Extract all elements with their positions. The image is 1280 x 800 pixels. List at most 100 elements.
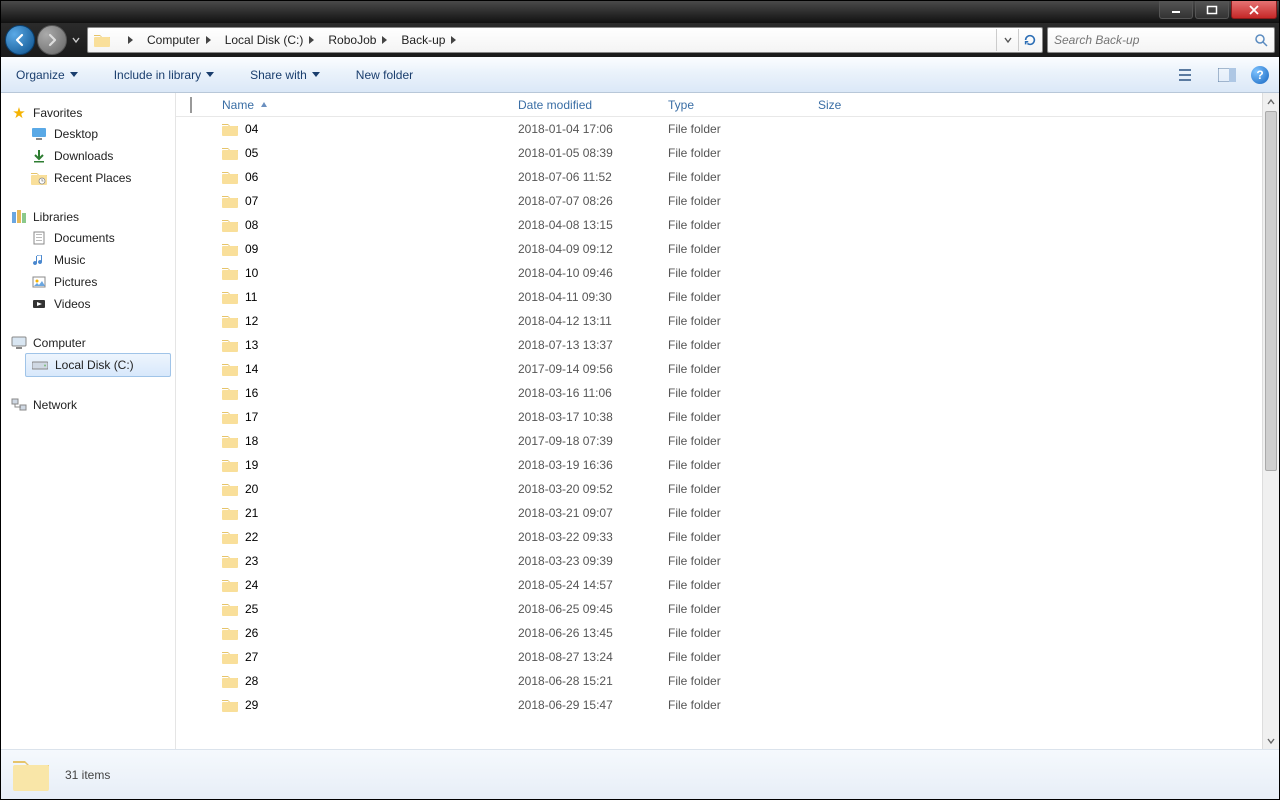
status-bar: 31 items xyxy=(1,749,1279,799)
file-date-cell: 2018-04-12 13:11 xyxy=(510,314,660,328)
file-name-label: 23 xyxy=(245,554,258,568)
nav-downloads[interactable]: Downloads xyxy=(5,145,175,167)
scroll-up-arrow[interactable] xyxy=(1263,93,1279,110)
file-row[interactable]: 092018-04-09 09:12File folder xyxy=(176,237,1262,261)
file-date-cell: 2018-05-24 14:57 xyxy=(510,578,660,592)
file-row[interactable]: 192018-03-19 16:36File folder xyxy=(176,453,1262,477)
nav-local-disk-c[interactable]: Local Disk (C:) xyxy=(25,353,171,377)
view-options-button[interactable] xyxy=(1175,63,1203,87)
file-row[interactable]: 142017-09-14 09:56File folder xyxy=(176,357,1262,381)
file-row[interactable]: 242018-05-24 14:57File folder xyxy=(176,573,1262,597)
breadcrumb-item[interactable]: Local Disk (C:) xyxy=(217,28,321,52)
file-row[interactable]: 132018-07-13 13:37File folder xyxy=(176,333,1262,357)
folder-icon xyxy=(222,193,238,209)
file-date-cell: 2018-03-22 09:33 xyxy=(510,530,660,544)
file-type-cell: File folder xyxy=(660,290,810,304)
vertical-scrollbar[interactable] xyxy=(1262,93,1279,749)
file-row[interactable]: 202018-03-20 09:52File folder xyxy=(176,477,1262,501)
file-rows: 042018-01-04 17:06File folder052018-01-0… xyxy=(176,117,1262,749)
nav-music[interactable]: Music xyxy=(5,249,175,271)
file-row[interactable]: 292018-06-29 15:47File folder xyxy=(176,693,1262,717)
close-button[interactable] xyxy=(1231,1,1277,19)
file-row[interactable]: 162018-03-16 11:06File folder xyxy=(176,381,1262,405)
folder-icon xyxy=(222,649,238,665)
breadcrumb-root-arrow[interactable] xyxy=(114,28,139,52)
include-in-library-menu[interactable]: Include in library xyxy=(109,65,219,85)
star-icon: ★ xyxy=(11,105,27,121)
file-row[interactable]: 252018-06-25 09:45File folder xyxy=(176,597,1262,621)
scroll-down-arrow[interactable] xyxy=(1263,732,1279,749)
maximize-button[interactable] xyxy=(1195,1,1229,19)
file-name-label: 22 xyxy=(245,530,258,544)
recent-places-icon xyxy=(31,170,47,186)
previous-locations-button[interactable] xyxy=(996,29,1018,51)
column-checkbox[interactable] xyxy=(190,98,214,112)
breadcrumb-item[interactable]: Back-up xyxy=(393,28,462,52)
nav-videos[interactable]: Videos xyxy=(5,293,175,315)
nav-documents[interactable]: Documents xyxy=(5,227,175,249)
file-type-cell: File folder xyxy=(660,146,810,160)
nav-computer-header[interactable]: Computer xyxy=(5,333,175,353)
help-button[interactable]: ? xyxy=(1251,66,1269,84)
file-name-label: 26 xyxy=(245,626,258,640)
nav-favorites-header[interactable]: ★ Favorites xyxy=(5,103,175,123)
column-type[interactable]: Type xyxy=(660,98,810,112)
titlebar xyxy=(1,1,1279,23)
file-name-cell: 11 xyxy=(214,289,510,305)
file-row[interactable]: 052018-01-05 08:39File folder xyxy=(176,141,1262,165)
file-type-cell: File folder xyxy=(660,338,810,352)
file-row[interactable]: 122018-04-12 13:11File folder xyxy=(176,309,1262,333)
file-row[interactable]: 062018-07-06 11:52File folder xyxy=(176,165,1262,189)
scroll-thumb[interactable] xyxy=(1265,111,1277,471)
nav-libraries-header[interactable]: Libraries xyxy=(5,207,175,227)
file-name-label: 13 xyxy=(245,338,258,352)
breadcrumb-item[interactable]: Computer xyxy=(139,28,217,52)
file-row[interactable]: 072018-07-07 08:26File folder xyxy=(176,189,1262,213)
file-row[interactable]: 232018-03-23 09:39File folder xyxy=(176,549,1262,573)
refresh-button[interactable] xyxy=(1018,29,1040,51)
file-row[interactable]: 262018-06-26 13:45File folder xyxy=(176,621,1262,645)
nav-row: Computer Local Disk (C:) RoboJob Back-up xyxy=(1,23,1279,57)
file-row[interactable]: 172018-03-17 10:38File folder xyxy=(176,405,1262,429)
file-type-cell: File folder xyxy=(660,530,810,544)
nav-network-header[interactable]: Network xyxy=(5,395,175,415)
file-row[interactable]: 082018-04-08 13:15File folder xyxy=(176,213,1262,237)
column-name[interactable]: Name xyxy=(214,98,510,112)
search-box[interactable] xyxy=(1047,27,1275,53)
search-input[interactable] xyxy=(1054,33,1254,47)
breadcrumb-item[interactable]: RoboJob xyxy=(320,28,393,52)
file-row[interactable]: 042018-01-04 17:06File folder xyxy=(176,117,1262,141)
file-row[interactable]: 212018-03-21 09:07File folder xyxy=(176,501,1262,525)
folder-icon xyxy=(222,289,238,305)
history-dropdown[interactable] xyxy=(69,25,83,55)
folder-icon xyxy=(222,697,238,713)
folder-icon xyxy=(11,755,51,795)
share-with-menu[interactable]: Share with xyxy=(245,65,325,85)
file-date-cell: 2018-04-09 09:12 xyxy=(510,242,660,256)
column-size[interactable]: Size xyxy=(810,98,930,112)
file-name-cell: 18 xyxy=(214,433,510,449)
column-date-modified[interactable]: Date modified xyxy=(510,98,660,112)
organize-menu[interactable]: Organize xyxy=(11,65,83,85)
address-bar[interactable]: Computer Local Disk (C:) RoboJob Back-up xyxy=(87,27,1043,53)
file-row[interactable]: 112018-04-11 09:30File folder xyxy=(176,285,1262,309)
file-name-label: 10 xyxy=(245,266,258,280)
file-row[interactable]: 182017-09-18 07:39File folder xyxy=(176,429,1262,453)
folder-icon xyxy=(222,361,238,377)
nav-pictures[interactable]: Pictures xyxy=(5,271,175,293)
file-row[interactable]: 22 2018-03-22 09:33File folder xyxy=(176,525,1262,549)
pictures-icon xyxy=(31,274,47,290)
file-row[interactable]: 282018-06-28 15:21File folder xyxy=(176,669,1262,693)
preview-pane-button[interactable] xyxy=(1213,63,1241,87)
file-row[interactable]: 272018-08-27 13:24File folder xyxy=(176,645,1262,669)
forward-button[interactable] xyxy=(37,25,67,55)
new-folder-button[interactable]: New folder xyxy=(351,65,418,85)
minimize-button[interactable] xyxy=(1159,1,1193,19)
nav-desktop[interactable]: Desktop xyxy=(5,123,175,145)
folder-icon xyxy=(222,601,238,617)
file-row[interactable]: 102018-04-10 09:46File folder xyxy=(176,261,1262,285)
nav-recent-places[interactable]: Recent Places xyxy=(5,167,175,189)
file-name-cell: 20 xyxy=(214,481,510,497)
folder-icon xyxy=(222,481,238,497)
back-button[interactable] xyxy=(5,25,35,55)
